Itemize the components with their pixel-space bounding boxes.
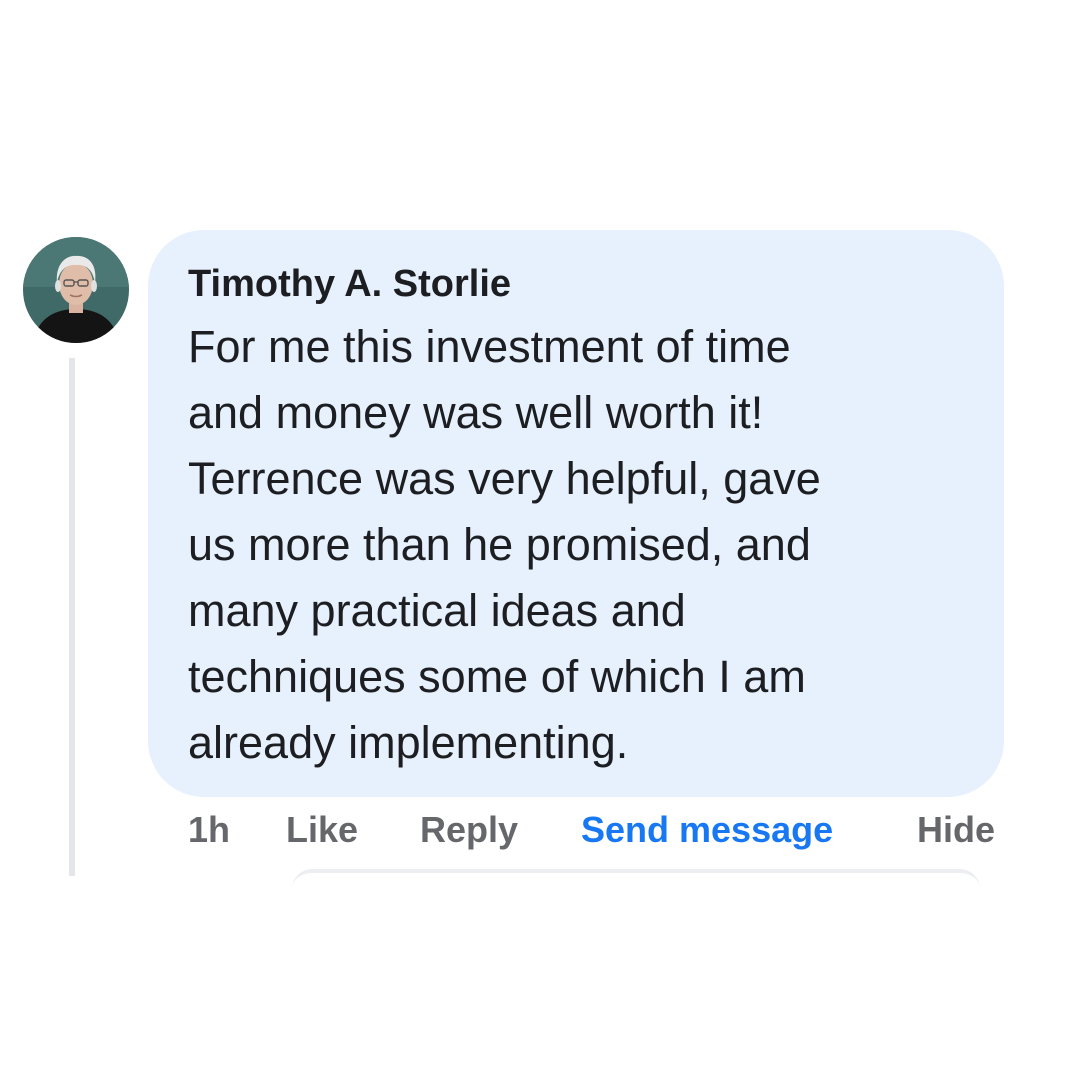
comment-text-line: us more than he promised, and <box>188 519 811 570</box>
comment-text-line: and money was well worth it! <box>188 387 764 438</box>
comment-text-line: Terrence was very helpful, gave <box>188 453 821 504</box>
comment-text-line: techniques some of which I am <box>188 651 806 702</box>
hide-button[interactable]: Hide <box>917 808 995 852</box>
comment-text-line: many practical ideas and <box>188 585 686 636</box>
comment-author-name[interactable]: Timothy A. Storlie <box>188 260 964 308</box>
comment-actions: 1h Like Reply Send message Hide <box>0 808 1080 852</box>
comment-bubble: Timothy A. Storlie For me this investmen… <box>148 230 1004 797</box>
comment-timestamp[interactable]: 1h <box>188 808 230 852</box>
comment-text-line: For me this investment of time <box>188 321 791 372</box>
comment-text: For me this investment of time and money… <box>188 314 964 776</box>
thread-line <box>69 358 75 876</box>
like-button[interactable]: Like <box>286 808 358 852</box>
reply-button[interactable]: Reply <box>420 808 518 852</box>
send-message-button[interactable]: Send message <box>581 808 833 852</box>
comment-text-line: already implementing. <box>188 717 629 768</box>
avatar-photo <box>23 237 129 343</box>
avatar[interactable] <box>23 237 129 343</box>
reply-input-edge[interactable] <box>292 869 980 909</box>
